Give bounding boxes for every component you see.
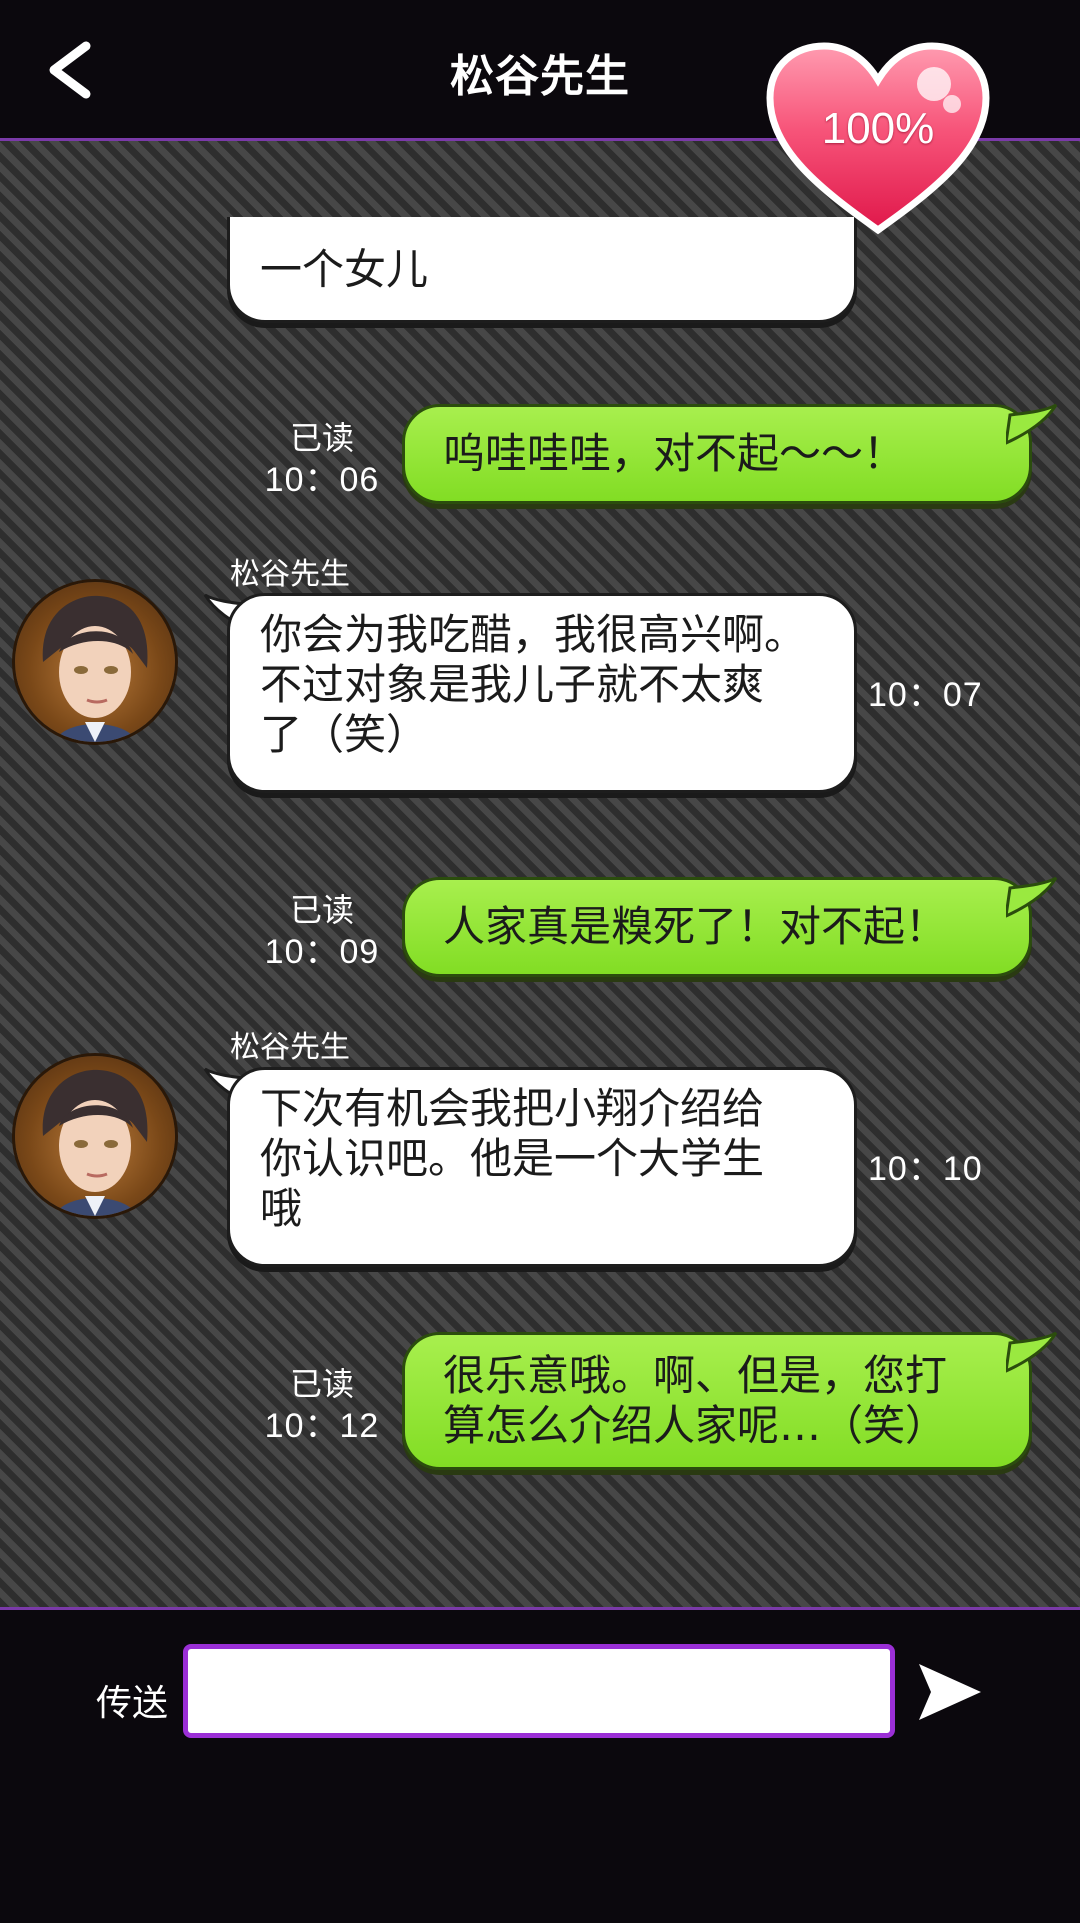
received-message-bubble: 你会为我吃醋，我很高兴啊。 不过对象是我儿子就不太爽 了（笑） [227,593,857,793]
send-label: 传送 [96,1683,169,1724]
message-text: 一个女儿 [260,245,429,294]
message-meta: 已读 10：06 [262,417,382,501]
affection-percent: 100% [821,104,935,153]
message-time: 10：12 [264,1407,380,1445]
sent-message-bubble: 呜哇哇哇，对不起～～！ [402,404,1032,504]
message-meta: 已读 10：12 [262,1363,382,1447]
sender-name: 松谷先生 [230,1030,350,1065]
sent-message-bubble: 很乐意哦。啊、但是，您打 算怎么介绍人家呢…（笑） [402,1332,1032,1470]
message-line: 了（笑） [260,710,429,759]
message-line: 不过对象是我儿子就不太爽 [260,660,765,709]
message-text: 人家真是糗死了！对不起！ [443,902,948,951]
received-message-bubble: 下次有机会我把小翔介绍给 你认识吧。他是一个大学生 哦 [227,1067,857,1267]
sent-message-bubble: 人家真是糗死了！对不起！ [402,877,1032,977]
message-input[interactable] [183,1644,895,1738]
bubble-tail [1006,876,1058,918]
sender-name: 松谷先生 [230,557,350,592]
avatar-portrait-icon [42,1069,148,1216]
read-status: 已读 [289,891,354,929]
message-text: 呜哇哇哇，对不起～～！ [443,429,906,478]
avatar [15,582,175,742]
message-time: 10：06 [264,461,380,499]
message-time: 10：09 [264,933,380,971]
message-line: 你认识吧。他是一个大学生 [260,1134,765,1183]
bubble-tail [1006,403,1058,445]
read-status: 已读 [289,419,354,457]
send-arrow-icon[interactable] [915,1660,985,1724]
message-line: 哦 [260,1184,303,1233]
message-line: 很乐意哦。啊、但是，您打 [443,1351,948,1400]
avatar [15,1056,175,1216]
message-time: 10：07 [868,676,983,714]
message-line: 算怎么介绍人家呢…（笑） [443,1401,948,1450]
read-status: 已读 [289,1365,354,1403]
message-line: 你会为我吃醋，我很高兴啊。 [260,610,807,659]
bubble-tail [1006,1331,1058,1373]
input-bar: 传送 [0,1607,1080,1923]
message-line: 下次有机会我把小翔介绍给 [260,1084,765,1133]
message-meta: 已读 10：09 [262,889,382,973]
affection-heart: 100% [762,40,994,240]
chat-area[interactable]: 一个女儿 已读 10：06 呜哇哇哇，对不起～～！ 松谷先生 你会为我吃醋，我很… [0,141,1080,1607]
message-time: 10：10 [868,1150,983,1188]
avatar-portrait-icon [42,595,148,742]
